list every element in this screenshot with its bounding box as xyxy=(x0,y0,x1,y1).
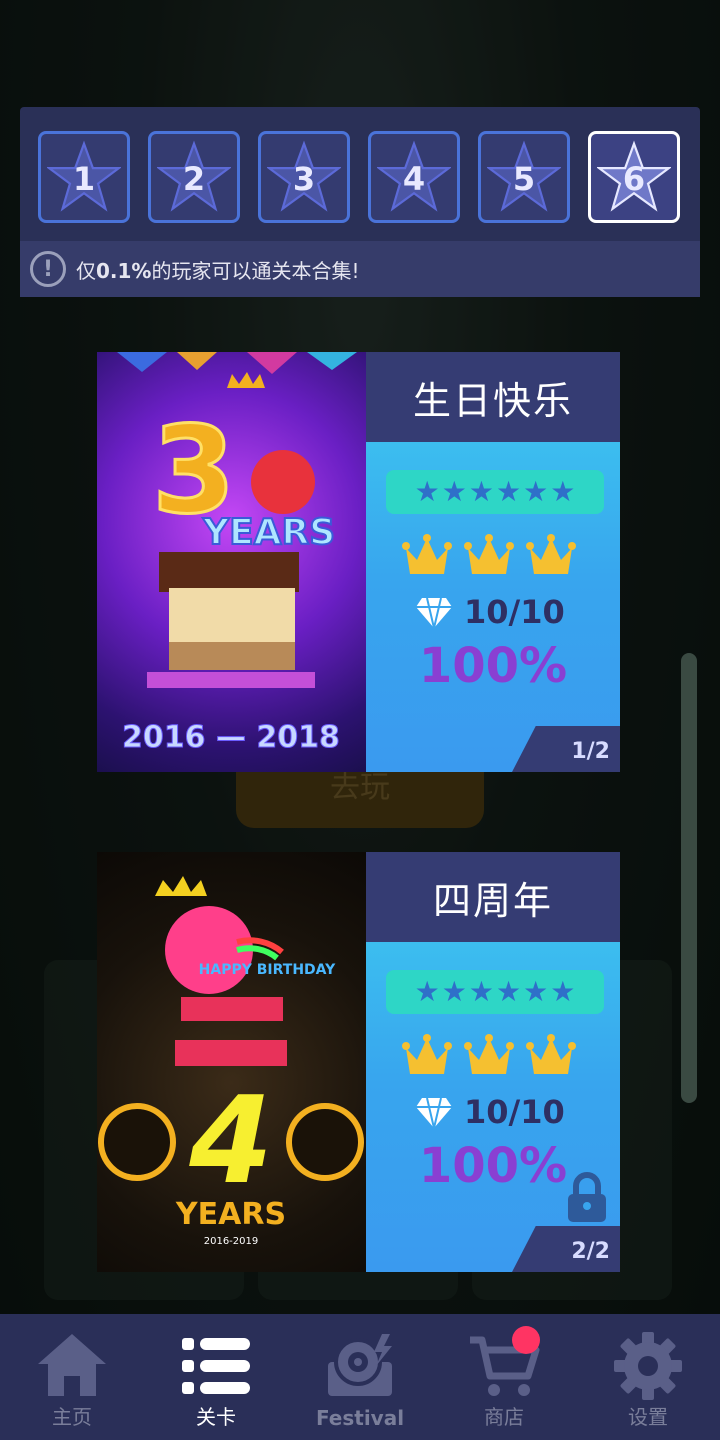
svg-text:YEARS: YEARS xyxy=(175,1197,286,1232)
level-title: 四周年 xyxy=(366,852,620,942)
level-card-birthday[interactable]: 3 YEARS 2016 — 2018 生日快乐 ★ ★ ★ ★ ★ ★ 10/10 10… xyxy=(97,352,620,772)
star-tabs: 1 2 3 4 5 6 xyxy=(38,131,680,223)
completion-percent: 100% xyxy=(418,638,568,694)
crown-icon xyxy=(526,1034,576,1074)
star-tab-1[interactable]: 1 xyxy=(38,131,130,223)
gem-progress: 10/10 xyxy=(414,1092,565,1132)
nav-label: 设置 xyxy=(628,1405,668,1429)
scrollbar[interactable] xyxy=(681,653,697,1103)
diamond-icon xyxy=(416,1097,452,1129)
star-icon: ★ xyxy=(441,475,467,508)
svg-text:2016-2019: 2016-2019 xyxy=(204,1236,259,1247)
star-tab-label: 1 xyxy=(72,160,96,198)
cake-illustration: 3 YEARS 2016 — 2018 xyxy=(117,352,357,756)
nav-levels[interactable]: 关卡 xyxy=(144,1314,288,1440)
nav-label: 主页 xyxy=(52,1405,92,1429)
level-info-panel: 生日快乐 ★ ★ ★ ★ ★ ★ 10/10 100% 1/2 xyxy=(366,352,620,772)
crown-icon xyxy=(402,534,452,574)
star-icon: ★ xyxy=(468,975,494,1008)
crown-icon xyxy=(402,1034,452,1074)
star-tab-label: 6 xyxy=(622,160,646,198)
notification-badge xyxy=(512,1326,540,1354)
star-tab-label: 3 xyxy=(292,160,316,198)
festival-icon xyxy=(328,1334,392,1396)
nav-settings[interactable]: 设置 xyxy=(576,1314,720,1440)
gear-icon xyxy=(614,1332,682,1400)
gem-count: 10/10 xyxy=(464,593,565,631)
nav-label: 关卡 xyxy=(196,1405,236,1429)
crown-rating xyxy=(402,534,576,580)
svg-text:4: 4 xyxy=(188,1072,273,1211)
nav-label: 商店 xyxy=(484,1405,524,1429)
star-icon: ★ xyxy=(468,475,494,508)
gem-progress: 10/10 xyxy=(414,592,565,632)
page-indicator: 2/2 xyxy=(512,1226,620,1272)
level-card-fourth-anniversary[interactable]: HAPPY BIRTHDAY 4 YEARS 2016-2019 四周年 ★ ★ ★… xyxy=(97,852,620,1272)
diamond-icon xyxy=(416,597,452,629)
star-rating: ★ ★ ★ ★ ★ ★ xyxy=(386,970,604,1014)
nav-label: Festival xyxy=(315,1406,405,1430)
list-icon xyxy=(182,1338,250,1394)
star-tab-label: 5 xyxy=(512,160,536,198)
level-art-4-years[interactable]: HAPPY BIRTHDAY 4 YEARS 2016-2019 xyxy=(97,852,366,1272)
bottom-nav: 主页 关卡 Festival 商店 设置 xyxy=(0,1314,720,1440)
star-tab-2[interactable]: 2 xyxy=(148,131,240,223)
star-selector-panel: 1 2 3 4 5 6 ! 仅0.1%的玩家可以通关本合集! xyxy=(20,107,700,297)
level-art-3-years[interactable]: 3 YEARS 2016 — 2018 xyxy=(97,352,366,772)
star-tab-label: 2 xyxy=(182,160,206,198)
star-tab-label: 4 xyxy=(402,160,426,198)
level-title: 生日快乐 xyxy=(366,352,620,442)
star-icon: ★ xyxy=(414,975,440,1008)
star-icon: ★ xyxy=(441,975,467,1008)
svg-text:HAPPY BIRTHDAY: HAPPY BIRTHDAY xyxy=(199,962,336,978)
star-tab-5[interactable]: 5 xyxy=(478,131,570,223)
star-icon: ★ xyxy=(550,475,576,508)
home-icon xyxy=(38,1334,106,1396)
nav-home[interactable]: 主页 xyxy=(0,1314,144,1440)
star-icon: ★ xyxy=(523,975,549,1008)
completion-info-bar: ! 仅0.1%的玩家可以通关本合集! xyxy=(20,241,700,297)
star-icon: ★ xyxy=(496,975,522,1008)
star-icon: ★ xyxy=(414,475,440,508)
star-tab-3[interactable]: 3 xyxy=(258,131,350,223)
crown-icon xyxy=(526,534,576,574)
nav-festival[interactable]: Festival xyxy=(288,1314,432,1440)
star-tab-6[interactable]: 6 xyxy=(588,131,680,223)
nav-shop[interactable]: 商店 xyxy=(432,1314,576,1440)
star-icon: ★ xyxy=(523,475,549,508)
level-info-panel: 四周年 ★ ★ ★ ★ ★ ★ 10/10 100% 2/2 xyxy=(366,852,620,1272)
info-icon: ! xyxy=(30,251,66,287)
page-indicator: 1/2 xyxy=(512,726,620,772)
lock-icon xyxy=(568,1172,606,1222)
svg-text:2016 — 2018: 2016 — 2018 xyxy=(122,720,340,755)
star-icon: ★ xyxy=(550,975,576,1008)
gem-count: 10/10 xyxy=(464,1093,565,1131)
star-icon: ★ xyxy=(496,475,522,508)
crown-icon xyxy=(464,1034,514,1074)
crown-icon xyxy=(464,534,514,574)
svg-text:YEARS: YEARS xyxy=(202,512,335,553)
star-tab-4[interactable]: 4 xyxy=(368,131,460,223)
star-rating: ★ ★ ★ ★ ★ ★ xyxy=(386,470,604,514)
completion-info-text: 仅0.1%的玩家可以通关本合集! xyxy=(76,258,360,283)
anniversary-illustration: HAPPY BIRTHDAY 4 YEARS 2016-2019 xyxy=(98,876,364,1247)
crown-rating xyxy=(402,1034,576,1080)
